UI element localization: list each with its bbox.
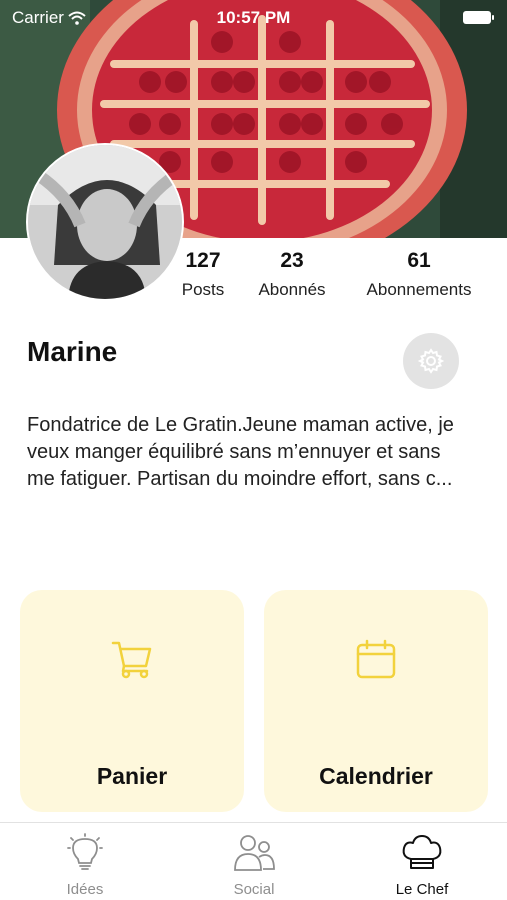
cart-icon	[111, 641, 152, 679]
profile-name: Marine	[27, 336, 118, 367]
tab-idees[interactable]: Idées	[25, 831, 145, 898]
chef-hat-icon	[402, 835, 442, 869]
stat-followers[interactable]: 23 Abonnés	[250, 249, 334, 301]
gear-icon	[417, 348, 445, 374]
tab-idees-label: Idées	[66, 881, 104, 898]
profile-photo	[28, 145, 182, 299]
tab-social[interactable]: Social	[194, 831, 314, 898]
battery-icon	[463, 11, 494, 24]
profile-bio: Fondatrice de Le Gratin.Jeune maman acti…	[27, 414, 454, 490]
stat-following-value: 61	[407, 249, 431, 272]
cart-card-button[interactable]: Panier	[20, 590, 244, 812]
status-time: 10:57 PM	[216, 8, 291, 27]
status-bar: Carrier 10:57 PM	[0, 0, 507, 36]
stat-posts-label: Posts	[181, 280, 225, 299]
stat-following-label: Abonnements	[366, 280, 472, 299]
stat-posts[interactable]: 127 Posts	[174, 249, 232, 301]
stat-followers-value: 23	[280, 249, 304, 272]
stat-following[interactable]: 61 Abonnements	[354, 249, 484, 301]
lightbulb-icon	[67, 833, 103, 870]
calendar-card-label: Calendrier	[319, 763, 433, 789]
calendar-icon	[356, 639, 396, 679]
cart-card-label: Panier	[96, 763, 168, 789]
calendar-card-button[interactable]: Calendrier	[264, 590, 488, 812]
stat-posts-value: 127	[185, 249, 221, 272]
people-icon	[234, 835, 275, 871]
settings-button[interactable]	[403, 333, 459, 389]
tab-le-chef-label: Le Chef	[395, 881, 449, 898]
tab-social-label: Social	[233, 881, 275, 898]
tab-le-chef[interactable]: Le Chef	[362, 831, 482, 898]
avatar[interactable]	[26, 143, 184, 301]
tab-bar: Idées Social Le Chef	[0, 822, 507, 900]
stat-followers-label: Abonnés	[258, 280, 326, 299]
